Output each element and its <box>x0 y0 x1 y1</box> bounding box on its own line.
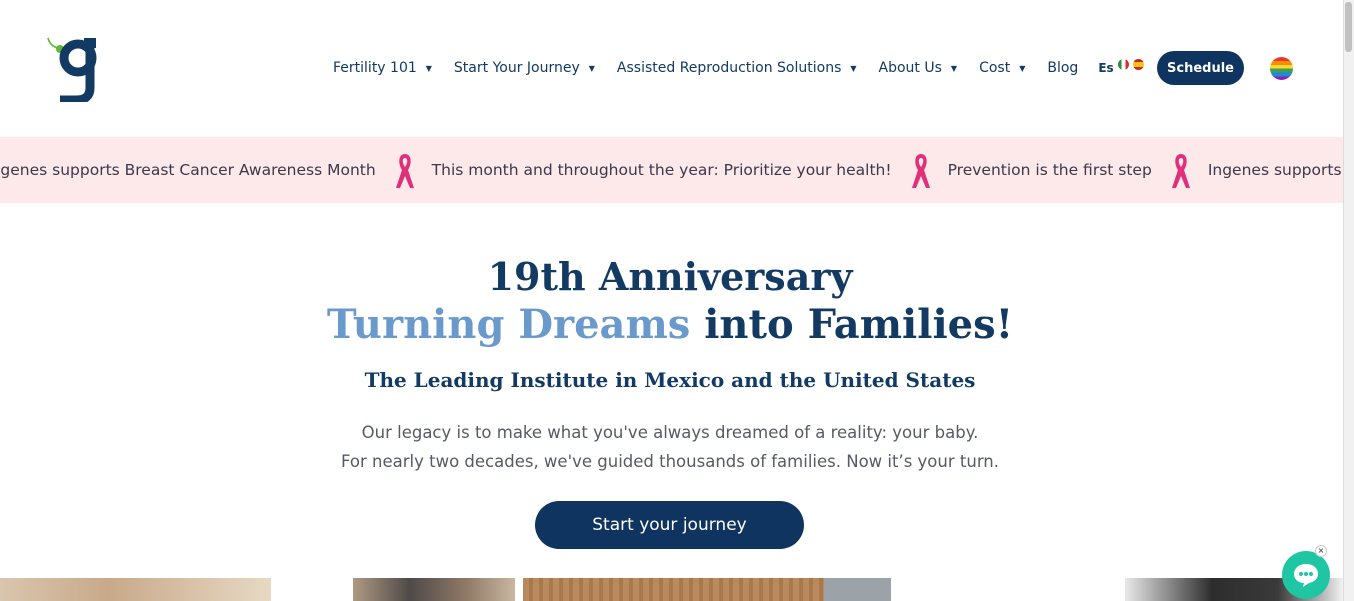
main-nav: Fertility 101 ▼ Start Your Journey ▼ Ass… <box>333 56 1155 80</box>
nav-about-us[interactable]: About Us ▼ <box>879 60 958 76</box>
banner-message: Ingenes supports Breast Cancer Awareness… <box>1207 161 1343 179</box>
nav-cost[interactable]: Cost ▼ <box>979 60 1025 76</box>
hero-subtitle: The Leading Institute in Mexico and the … <box>364 368 976 392</box>
hero-photo <box>824 578 891 601</box>
banner-message: Prevention is the first step <box>947 161 1152 179</box>
spain-flag-icon[interactable] <box>1132 58 1144 70</box>
hero-tagline-rest: into Families! <box>690 301 1014 348</box>
nav-label: Assisted Reproduction Solutions <box>616 60 842 76</box>
nav-label: Start Your Journey <box>453 60 580 76</box>
banner-message: This month and throughout the year: Prio… <box>431 161 892 179</box>
caret-down-icon: ▼ <box>850 63 857 73</box>
mexico-flag-icon[interactable] <box>1117 58 1129 70</box>
language-label: Es <box>1098 61 1114 75</box>
hero-paragraph-line: Our legacy is to make what you've always… <box>361 423 979 442</box>
chat-bubble-icon <box>1294 564 1318 587</box>
caret-down-icon: ▼ <box>1019 63 1026 73</box>
nav-label: Fertility 101 <box>333 60 417 76</box>
ingenes-logo[interactable] <box>44 36 104 102</box>
schedule-button[interactable]: Schedule <box>1157 51 1244 85</box>
scrollbar-thumb[interactable] <box>1345 2 1352 52</box>
hero-paragraph-line: For nearly two decades, we've guided tho… <box>340 452 1000 471</box>
hero-title: 19th Anniversary <box>487 254 853 299</box>
site-header: Fertility 101 ▼ Start Your Journey ▼ Ass… <box>0 0 1343 137</box>
chat-close-button[interactable]: × <box>1315 545 1327 557</box>
hero-paragraph: Our legacy is to make what you've always… <box>0 418 1340 476</box>
nav-start-your-journey[interactable]: Start Your Journey ▼ <box>454 60 595 76</box>
caret-down-icon: ▼ <box>950 63 958 73</box>
pride-flag-icon <box>1270 57 1293 80</box>
nav-label: Cost <box>979 60 1011 76</box>
awareness-banner: Ingenes supports Breast Cancer Awareness… <box>0 137 1343 203</box>
hero-tagline: Turning Dreams into Families! <box>0 301 1340 349</box>
start-journey-button[interactable]: Start your journey <box>535 501 804 549</box>
language-switcher[interactable]: Es <box>1098 58 1144 75</box>
chat-widget-button[interactable] <box>1282 551 1330 599</box>
nav-label: About Us <box>878 60 942 76</box>
nav-label: Blog <box>1047 60 1079 76</box>
pink-ribbon-icon <box>911 154 930 188</box>
hero-photo <box>523 578 824 601</box>
hero-photo <box>0 578 271 601</box>
nav-assisted-reproduction[interactable]: Assisted Reproduction Solutions ▼ <box>617 60 857 76</box>
banner-ticker: Ingenes supports Breast Cancer Awareness… <box>0 137 1343 203</box>
pink-ribbon-icon <box>395 154 414 188</box>
hero-tagline-accent: Turning Dreams <box>326 301 691 348</box>
page-scrollbar[interactable] <box>1343 0 1354 601</box>
pink-ribbon-icon <box>1171 154 1190 188</box>
caret-down-icon: ▼ <box>425 63 432 73</box>
nav-blog[interactable]: Blog <box>1047 60 1078 76</box>
hero-photo <box>353 578 515 601</box>
nav-fertility-101[interactable]: Fertility 101 ▼ <box>333 60 432 76</box>
banner-message: Ingenes supports Breast Cancer Awareness… <box>0 161 376 179</box>
caret-down-icon: ▼ <box>588 63 595 73</box>
